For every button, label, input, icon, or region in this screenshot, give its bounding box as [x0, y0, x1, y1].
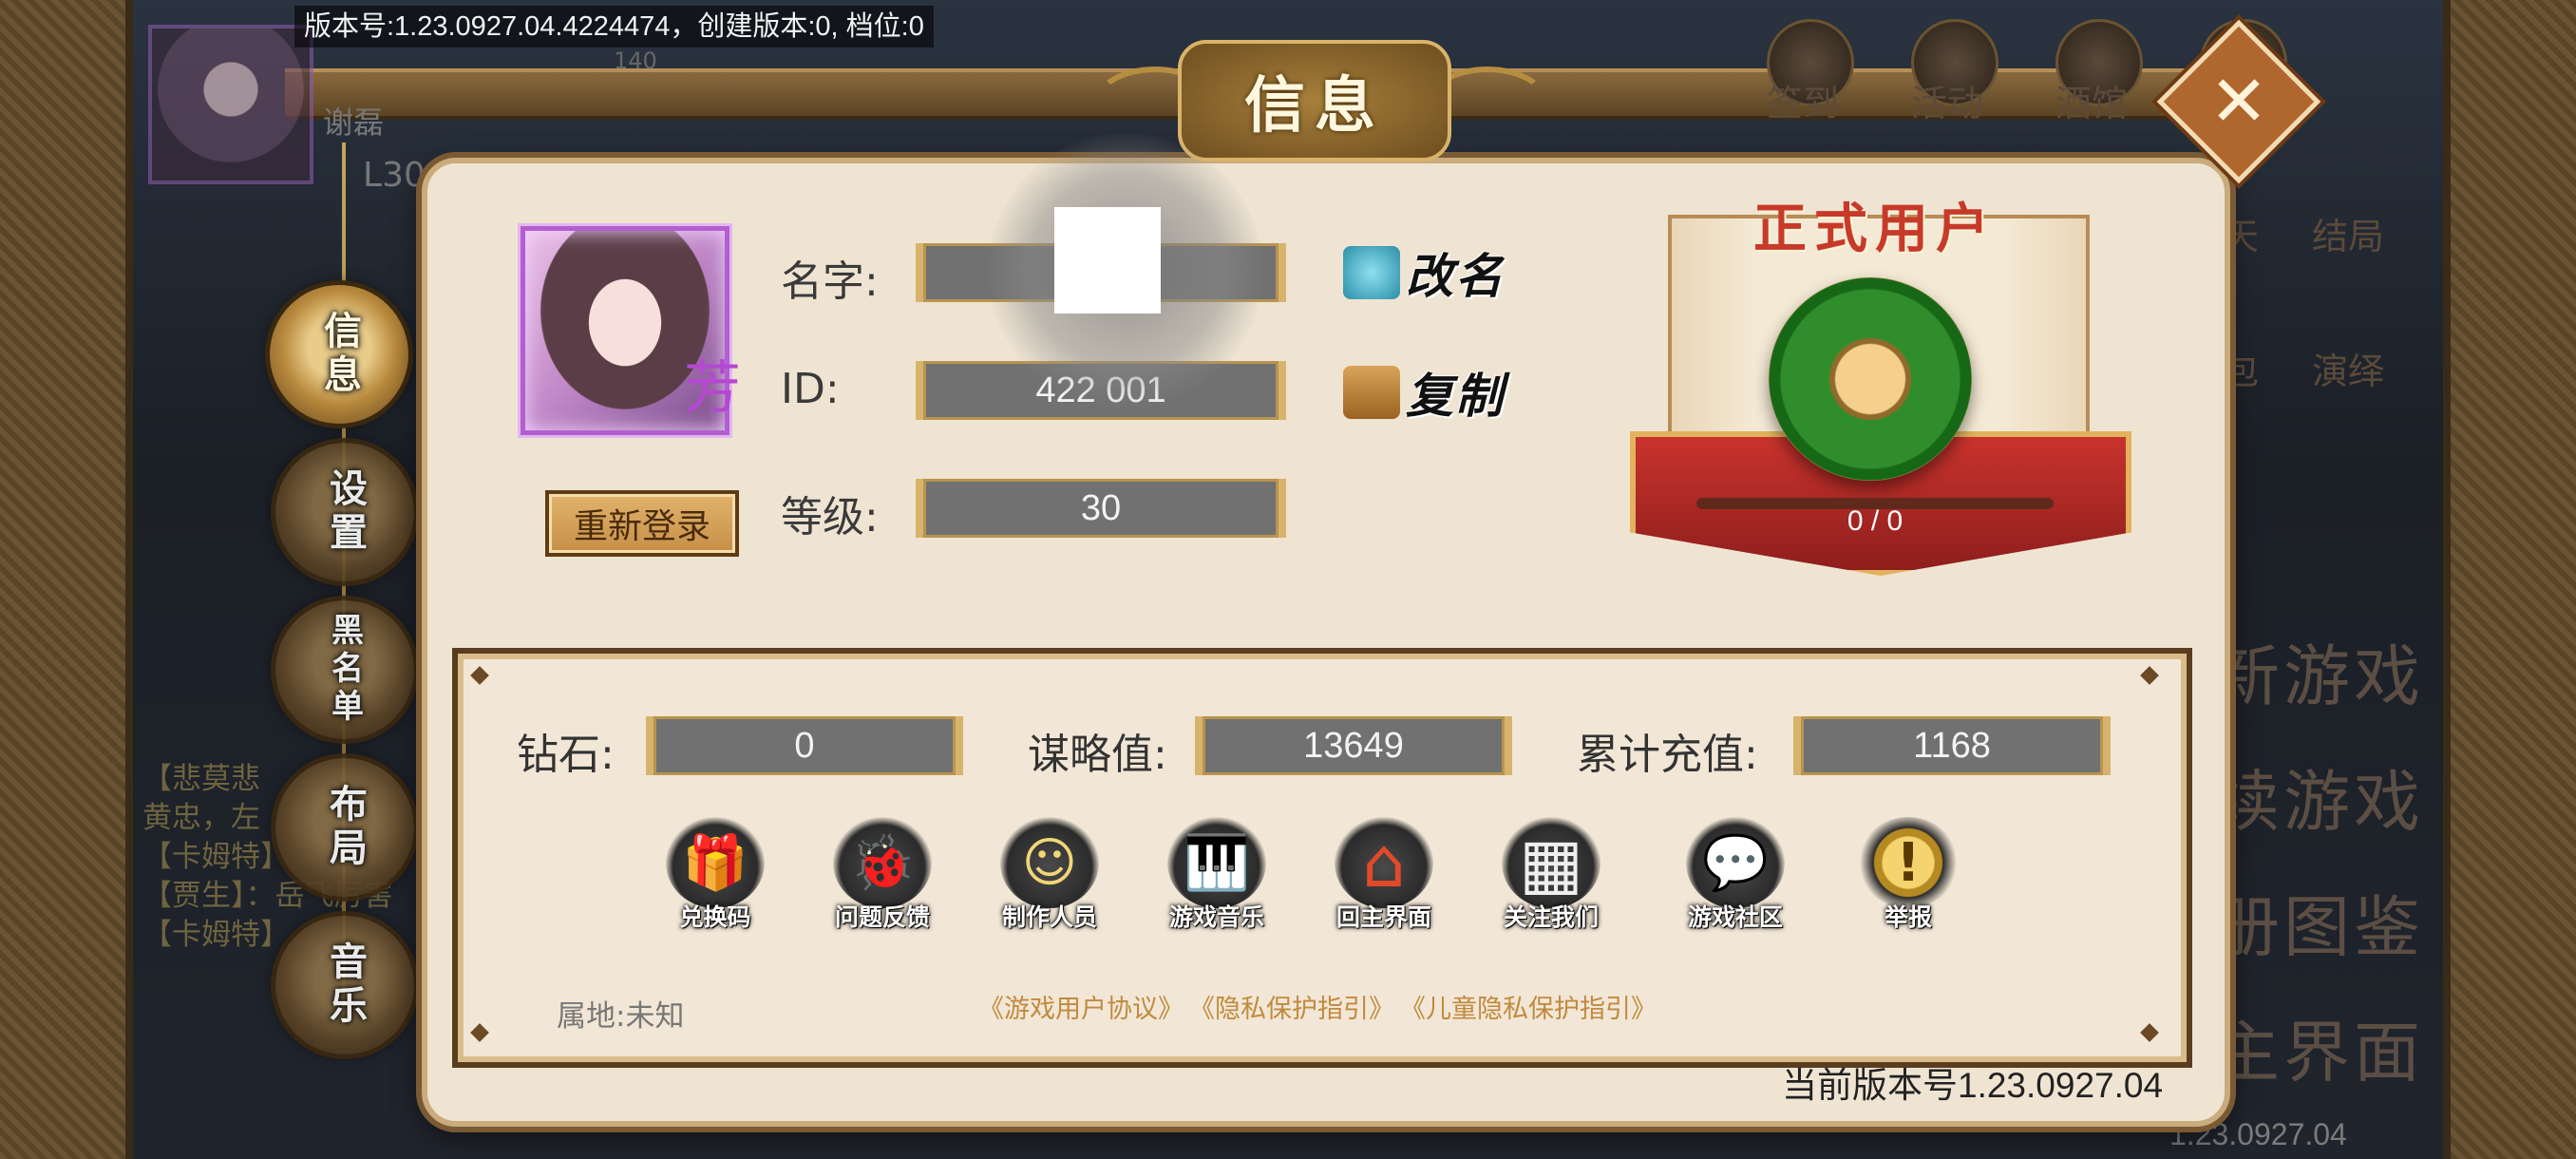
bg-menu-main: 主界面 — [2213, 1014, 2424, 1092]
dialog-title: 信息 — [1178, 40, 1451, 162]
tab-label: 黑名单 — [325, 613, 364, 727]
person-icon: ☺ — [1000, 817, 1099, 908]
tab-layout[interactable]: 布局 — [275, 758, 414, 897]
tab-info[interactable]: 信息 — [270, 285, 408, 424]
bg-icon-label: 酒馆 — [2055, 83, 2129, 124]
action-label: 回主界面 — [1335, 903, 1431, 931]
bg-icon-activity: 活动 — [1911, 19, 1998, 124]
tab-settings[interactable]: 设置 — [275, 443, 414, 581]
tier-progress-text: 0 / 0 — [1847, 505, 1904, 537]
game-music-button[interactable]: 🎹 游戏音乐 — [1155, 817, 1279, 950]
close-x-icon: ✕ — [2208, 60, 2269, 142]
level-label: 等级: — [781, 493, 879, 542]
bg-menu-continue: 续游戏 — [2213, 763, 2424, 841]
strategy-label: 谋略值: — [1028, 731, 1167, 779]
tier-title: 正式用户 — [1753, 198, 1997, 260]
log-line: 【贾生】：岳飞厉害 — [142, 879, 393, 913]
bg-icon-checkin: 签到 — [1767, 19, 1854, 124]
background-top-icons: 签到 活动 酒馆 设置 — [1767, 19, 2451, 124]
feedback-button[interactable]: 🐞 问题反馈 — [821, 817, 944, 950]
action-label: 游戏音乐 — [1168, 903, 1264, 931]
community-button[interactable]: 💬 游戏社区 — [1674, 817, 1797, 950]
redeem-code-button[interactable]: 🎁 兑换码 — [653, 817, 777, 950]
background-level: L30 — [363, 156, 426, 195]
gift-icon: 🎁 — [666, 817, 765, 908]
strategy-value: 13649 — [1195, 716, 1512, 775]
user-tier-display: 正式用户 0 / 0 — [1630, 186, 2131, 604]
rename-label: 改名 — [1406, 248, 1505, 304]
bg-icon-label: 签到 — [1767, 83, 1840, 124]
location-text: 属地:未知 — [557, 999, 685, 1034]
follow-us-button[interactable]: ▦ 关注我们 — [1489, 817, 1613, 950]
left-frame-border — [0, 0, 133, 1159]
avatar-frame-glyph: 芳 — [684, 355, 741, 422]
bg-mid-label: 演绎 — [2312, 351, 2385, 392]
rename-icon — [1343, 246, 1400, 299]
bg-icon-label: 活动 — [1911, 83, 1984, 124]
credits-button[interactable]: ☺ 制作人员 — [988, 817, 1111, 950]
user-agreement-link[interactable]: 《游戏用户协议》 — [978, 988, 1184, 1025]
background-avatar — [148, 25, 313, 184]
copy-id-button[interactable]: 复制 — [1343, 359, 1505, 426]
qrcode-icon: ▦ — [1502, 817, 1601, 908]
action-label: 制作人员 — [1001, 903, 1097, 931]
community-icon: 💬 — [1686, 817, 1785, 908]
copy-scroll-icon — [1343, 366, 1400, 419]
rename-button[interactable]: 改名 — [1343, 239, 1505, 306]
report-button[interactable]: ! 举报 — [1847, 817, 1970, 950]
version-info-bar: 版本号:1.23.0927.04.4224474，创建版本:0, 档位:0 — [294, 6, 934, 48]
relogin-button[interactable]: 重新登录 — [545, 490, 739, 557]
privacy-policy-link[interactable]: 《隐私保护指引》 — [1189, 988, 1394, 1025]
bg-menu-new-game: 新游戏 — [2213, 637, 2424, 715]
current-version: 当前版本号1.23.0927.04 — [1782, 1066, 2164, 1105]
home-icon: ⌂ — [1335, 817, 1433, 908]
report-icon: ! — [1859, 817, 1958, 908]
action-label: 关注我们 — [1503, 903, 1599, 931]
diamond-value: 0 — [646, 716, 963, 775]
diamond-label: 钻石: — [517, 731, 615, 779]
name-label: 名字: — [781, 257, 879, 306]
jade-disc-icon — [1769, 277, 1972, 481]
tab-blacklist[interactable]: 黑名单 — [275, 600, 414, 739]
privacy-mask — [1054, 207, 1161, 314]
background-player-name: 谢磊 — [323, 104, 385, 141]
child-privacy-link[interactable]: 《儿童隐私保护指引》 — [1400, 988, 1657, 1025]
tab-label: 设置 — [323, 468, 368, 556]
piano-icon: 🎹 — [1167, 817, 1266, 908]
id-label: ID: — [781, 365, 840, 413]
bg-menu-gallery: 册图鉴 — [2213, 888, 2424, 966]
action-label: 游戏社区 — [1687, 903, 1783, 931]
bg-mid-label: 结局 — [2312, 216, 2385, 257]
background-stat: 140 — [614, 48, 657, 74]
tab-label: 布局 — [323, 784, 368, 871]
action-label: 问题反馈 — [834, 903, 930, 931]
level-field: 30 — [916, 479, 1286, 538]
tab-label: 信息 — [317, 311, 362, 398]
bug-icon: 🐞 — [833, 817, 932, 908]
relogin-label: 重新登录 — [573, 507, 710, 546]
tab-label: 音乐 — [323, 941, 368, 1029]
right-frame-border — [2443, 0, 2576, 1159]
recharge-value: 1168 — [1793, 716, 2111, 775]
tab-music[interactable]: 音乐 — [275, 916, 414, 1054]
copy-label: 复制 — [1406, 368, 1505, 424]
return-main-button[interactable]: ⌂ 回主界面 — [1322, 817, 1446, 950]
bg-icon-tavern: 酒馆 — [2055, 19, 2143, 124]
recharge-label: 累计充值: — [1577, 731, 1758, 779]
action-label: 举报 — [1884, 903, 1932, 931]
action-label: 兑换码 — [679, 903, 751, 931]
